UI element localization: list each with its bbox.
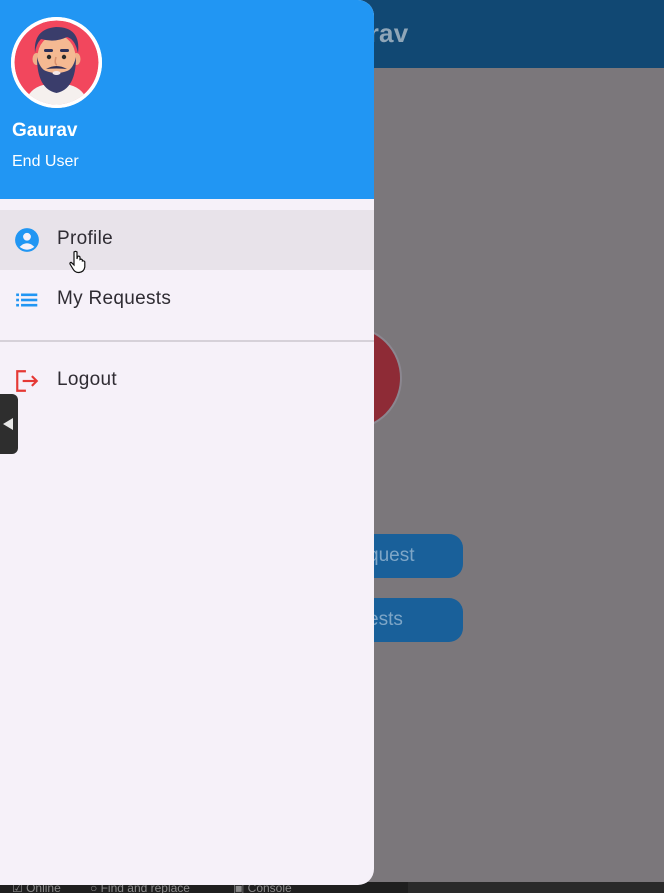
drawer-item-my-requests[interactable]: My Requests [0,270,374,330]
drawer-item-label: My Requests [57,288,172,309]
account-circle-icon [14,227,40,253]
new-request-label: quest [368,545,415,566]
triangle-left-icon [3,418,13,430]
bearded-man-avatar-icon [11,17,102,108]
drawer-item-label: Logout [57,369,117,390]
user-role: End User [12,153,79,170]
drawer-item-profile[interactable]: Profile [0,210,374,270]
drawer-item-logout[interactable]: Logout [0,351,374,411]
user-name: Gaurav [12,120,78,141]
drawer-header: Gaurav End User [0,0,374,199]
user-avatar[interactable] [11,17,102,108]
navigation-drawer: Gaurav End User Profile My Requests Logo… [0,0,374,885]
hand-cursor-icon [68,250,88,279]
drawer-item-label: Profile [57,228,113,249]
devtools-panel [408,882,664,893]
drawer-divider [0,340,374,342]
devtools-toggle-handle[interactable] [0,394,18,454]
list-icon [14,287,40,313]
logout-icon [14,368,40,394]
